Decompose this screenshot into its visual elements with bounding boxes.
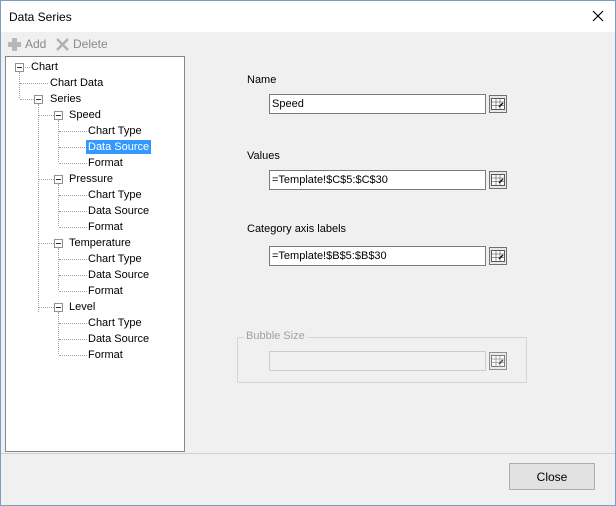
tree-node-temperature-data-source[interactable]: Data Source	[88, 268, 149, 282]
tree-guide	[59, 147, 85, 148]
expander-temperature[interactable]	[54, 239, 63, 248]
tree-guide	[58, 120, 59, 162]
tree-guide	[25, 67, 30, 68]
title-bar: Data Series	[1, 1, 615, 32]
tree-node-pressure-data-source[interactable]: Data Source	[88, 204, 149, 218]
tree-node-level-format[interactable]: Format	[88, 348, 123, 362]
tree-node-pressure-format[interactable]: Format	[88, 220, 123, 234]
data-series-dialog: Data Series Add Delete Chart Chart Data …	[0, 0, 616, 506]
tree-guide	[59, 163, 87, 164]
add-label: Add	[25, 37, 47, 51]
category-axis-labels-label: Category axis labels	[247, 223, 347, 235]
series-tree[interactable]: Chart Chart Data Series Speed Chart Type…	[5, 56, 185, 452]
tree-node-speed-chart-type[interactable]: Chart Type	[88, 124, 142, 138]
tree-node-chart[interactable]: Chart	[31, 60, 58, 74]
tree-guide	[58, 312, 59, 354]
delete-button[interactable]: Delete	[55, 35, 108, 53]
tree-node-level[interactable]: Level	[69, 300, 95, 314]
close-button[interactable]: Close	[509, 463, 595, 490]
tree-node-temperature-format[interactable]: Format	[88, 284, 123, 298]
tree-guide	[58, 248, 59, 290]
bubble-size-label: Bubble Size	[244, 330, 307, 342]
values-label: Values	[247, 150, 280, 162]
tree-guide	[59, 259, 87, 260]
close-icon	[592, 10, 604, 22]
tree-node-pressure-chart-type[interactable]: Chart Type	[88, 188, 142, 202]
expander-pressure[interactable]	[54, 175, 63, 184]
window-close-button[interactable]	[585, 5, 611, 27]
name-range-button[interactable]	[489, 95, 507, 113]
tree-node-level-data-source[interactable]: Data Source	[88, 332, 149, 346]
tree-node-pressure[interactable]: Pressure	[69, 172, 113, 186]
tree-guide	[39, 115, 54, 116]
tree-guide	[59, 291, 87, 292]
values-field[interactable]: =Template!$C$5:$C$30	[269, 170, 486, 190]
tree-node-series[interactable]: Series	[50, 92, 81, 106]
range-select-icon	[491, 355, 505, 367]
tree-node-temperature[interactable]: Temperature	[69, 236, 131, 250]
tree-guide	[20, 83, 48, 84]
tree-guide	[59, 355, 87, 356]
tree-guide	[39, 179, 54, 180]
tree-guide	[59, 339, 87, 340]
tree-guide	[59, 275, 87, 276]
tree-guide	[59, 323, 87, 324]
range-select-icon	[491, 174, 505, 186]
add-button[interactable]: Add	[7, 35, 46, 53]
tree-node-speed-format[interactable]: Format	[88, 156, 123, 170]
tree-guide	[20, 99, 34, 100]
tree-guide	[59, 131, 87, 132]
tree-guide	[59, 227, 87, 228]
tree-node-speed[interactable]: Speed	[69, 108, 101, 122]
tree-node-level-chart-type[interactable]: Chart Type	[88, 316, 142, 330]
name-label: Name	[247, 74, 277, 86]
category-axis-labels-field[interactable]: =Template!$B$5:$B$30	[269, 246, 486, 266]
tree-guide	[59, 195, 87, 196]
expander-speed[interactable]	[54, 111, 63, 120]
tree-guide	[59, 211, 87, 212]
delete-label: Delete	[73, 37, 108, 51]
toolbar: Add Delete	[1, 32, 187, 55]
tree-guide	[39, 243, 54, 244]
expander-level[interactable]	[54, 303, 63, 312]
expander-series[interactable]	[34, 95, 43, 104]
tree-node-temperature-chart-type[interactable]: Chart Type	[88, 252, 142, 266]
values-range-button[interactable]	[489, 171, 507, 189]
footer-separator	[1, 453, 615, 454]
category-range-button[interactable]	[489, 247, 507, 265]
tree-node-chart-data[interactable]: Chart Data	[50, 76, 103, 90]
properties-pane: Name Speed Values =Template!$C$5:$C$30 C…	[187, 32, 615, 453]
bubble-size-field	[269, 351, 486, 371]
tree-guide	[39, 307, 54, 308]
range-select-icon	[491, 98, 505, 110]
bubble-range-button	[489, 352, 507, 370]
x-icon	[56, 37, 69, 51]
tree-guide	[38, 104, 39, 312]
tree-node-speed-data-source[interactable]: Data Source	[86, 140, 152, 154]
name-field[interactable]: Speed	[269, 94, 486, 114]
expander-chart[interactable]	[15, 63, 24, 72]
range-select-icon	[491, 250, 505, 262]
window-title: Data Series	[9, 10, 72, 24]
plus-icon	[8, 37, 21, 51]
tree-guide	[58, 184, 59, 226]
tree-guide	[19, 72, 20, 98]
